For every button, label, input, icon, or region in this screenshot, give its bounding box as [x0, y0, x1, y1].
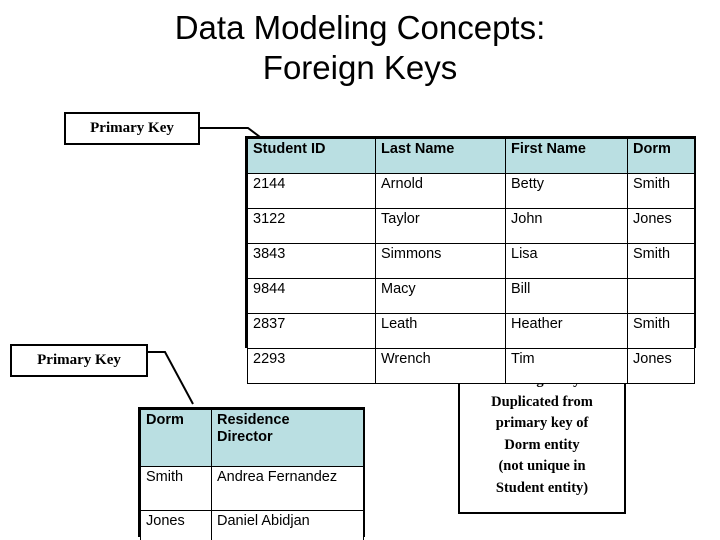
cell-student-id: 3122 [247, 208, 376, 244]
fk-line-2: Duplicated from [491, 393, 593, 410]
cell-student-id: 2837 [247, 313, 376, 349]
slide-canvas: Data Modeling Concepts: Foreign Keys Pri… [0, 0, 720, 540]
cell-last-name: Macy [375, 278, 506, 314]
table-row: 3843 Simmons Lisa Smith [247, 243, 695, 279]
fk-line-5: (not unique in [498, 458, 586, 474]
cell-residence-director: Daniel Abidjan [211, 510, 364, 540]
table-row: Smith Andrea Fernandez [140, 466, 364, 511]
fk-line-3: primary key of [495, 415, 589, 431]
cell-last-name: Wrench [375, 348, 506, 384]
cell-student-id: 3843 [247, 243, 376, 279]
callout-primary-key-student: Primary Key [64, 112, 200, 145]
callout-primary-key-dorm: Primary Key [10, 344, 148, 377]
table-row: Jones Daniel Abidjan [140, 510, 364, 540]
cell-dorm: Smith [627, 173, 695, 209]
dorm-table-header-row: Dorm Residence Director [140, 409, 364, 467]
cell-student-id: 2293 [247, 348, 376, 384]
cell-dorm-name: Smith [140, 466, 212, 511]
table-row: 3122 Taylor John Jones [247, 208, 695, 244]
cell-first-name: John [505, 208, 628, 244]
cell-student-id: 2144 [247, 173, 376, 209]
cell-first-name: Tim [505, 348, 628, 384]
table-row: 2144 Arnold Betty Smith [247, 173, 695, 209]
callout-foreign-key: Foreign Key Duplicated from primary key … [458, 363, 626, 514]
dorm-col-dorm: Dorm [140, 409, 212, 467]
cell-last-name: Simmons [375, 243, 506, 279]
student-col-dorm: Dorm [627, 138, 695, 174]
cell-first-name: Lisa [505, 243, 628, 279]
table-row: 9844 Macy Bill [247, 278, 695, 314]
cell-dorm: Jones [627, 208, 695, 244]
cell-first-name: Bill [505, 278, 628, 314]
cell-dorm: Smith [627, 243, 695, 279]
cell-first-name: Betty [505, 173, 628, 209]
connector-primary-key-bottom [148, 351, 194, 405]
student-entity-table: Student ID Last Name First Name Dorm 214… [245, 136, 696, 384]
cell-last-name: Leath [375, 313, 506, 349]
fk-line-6: Student entity) [495, 479, 589, 496]
title-line-2: Foreign Keys [262, 49, 458, 86]
page-title: Data Modeling Concepts: Foreign Keys [40, 8, 680, 88]
cell-dorm [627, 278, 695, 314]
student-table-header-row: Student ID Last Name First Name Dorm [247, 138, 695, 174]
student-col-student-id: Student ID [247, 138, 376, 174]
cell-first-name: Heather [505, 313, 628, 349]
cell-residence-director: Andrea Fernandez [211, 466, 364, 511]
dorm-col-residence-director: Residence Director [211, 409, 364, 467]
fk-line-4: Dorm entity [504, 436, 580, 453]
table-row: 2293 Wrench Tim Jones [247, 348, 695, 384]
dorm-col-residence-director-line-1: Residence [217, 412, 290, 428]
cell-dorm: Jones [627, 348, 695, 384]
student-col-first-name: First Name [505, 138, 628, 174]
cell-dorm-name: Jones [140, 510, 212, 540]
cell-last-name: Arnold [375, 173, 506, 209]
table-row: 2837 Leath Heather Smith [247, 313, 695, 349]
title-line-1: Data Modeling Concepts: [174, 9, 546, 46]
cell-dorm: Smith [627, 313, 695, 349]
dorm-col-residence-director-line-2: Director [217, 429, 273, 445]
dorm-entity-table: Dorm Residence Director Smith Andrea Fer… [138, 407, 365, 540]
cell-last-name: Taylor [375, 208, 506, 244]
student-col-last-name: Last Name [375, 138, 506, 174]
cell-student-id: 9844 [247, 278, 376, 314]
